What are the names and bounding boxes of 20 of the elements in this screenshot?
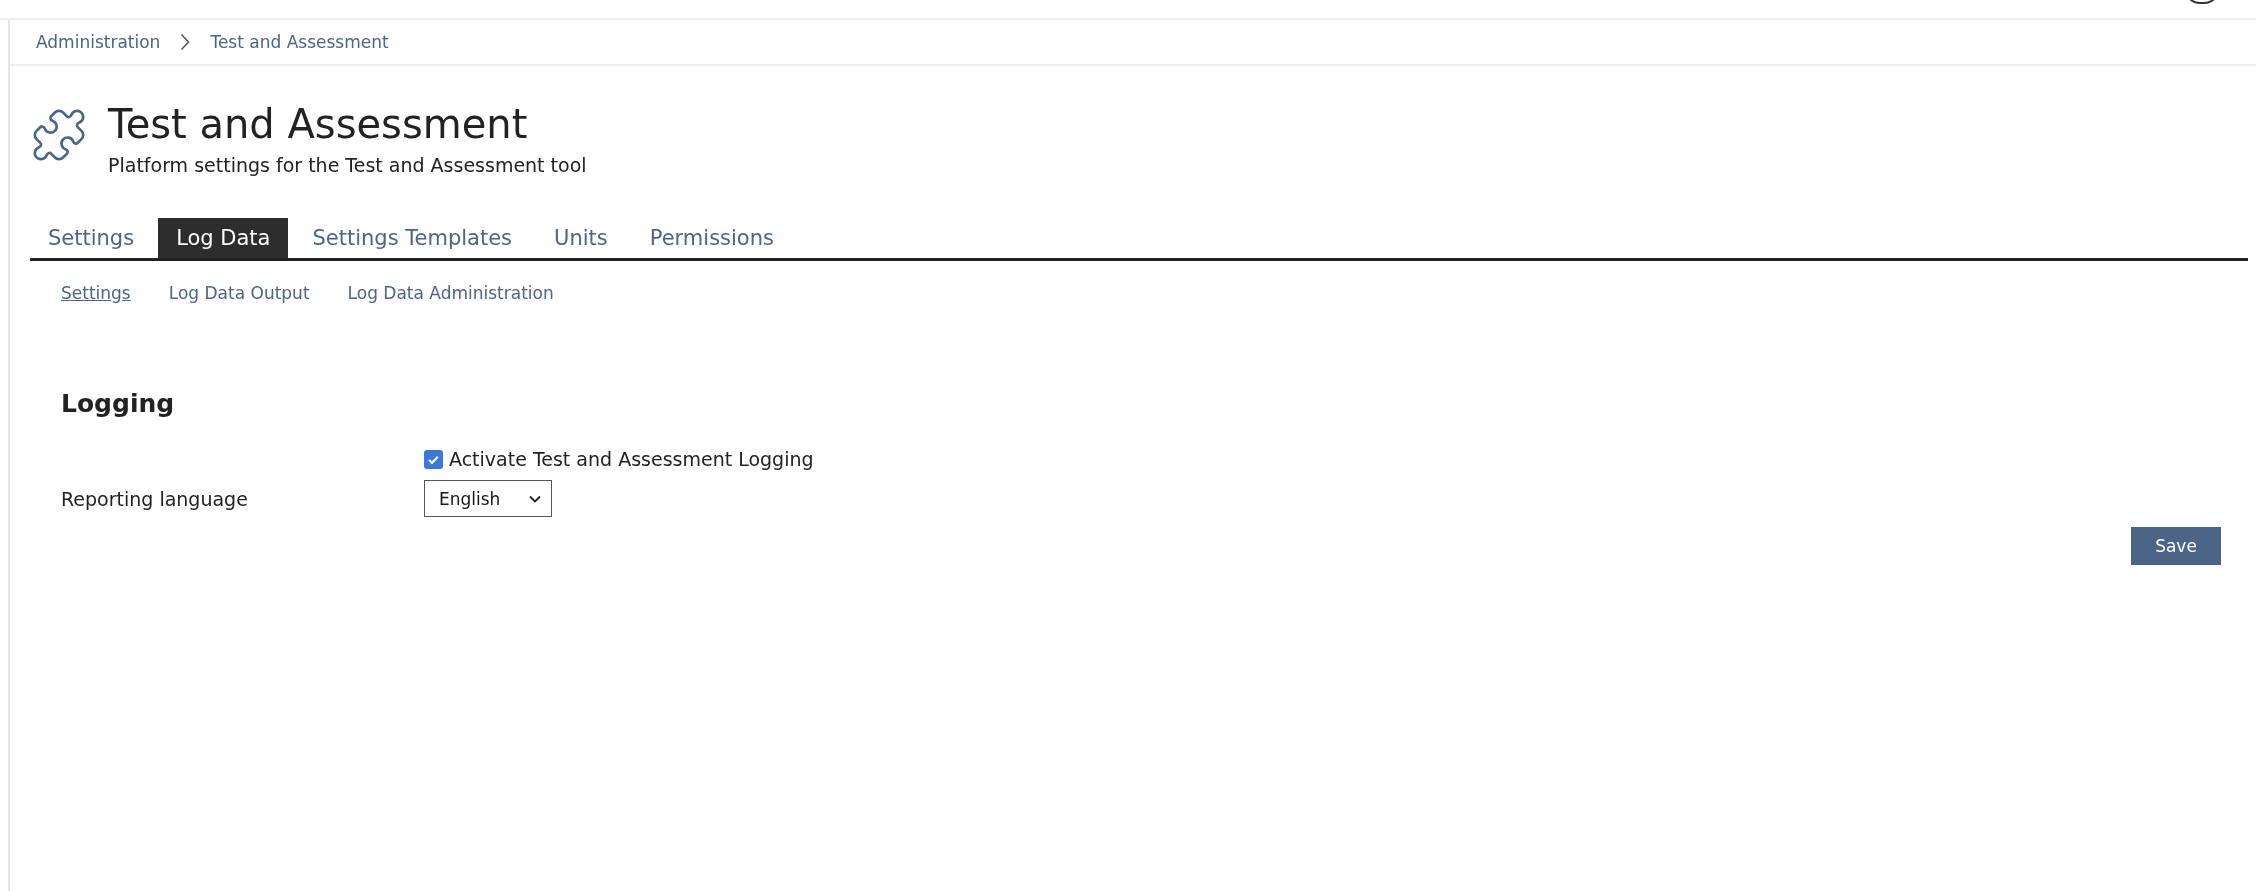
chevron-right-icon	[180, 33, 191, 51]
field-label: Reporting language	[61, 487, 249, 510]
breadcrumb-link[interactable]: Administration	[36, 32, 161, 52]
breadcrumb-link[interactable]: Test and Assessment	[210, 32, 389, 52]
tab[interactable]: Settings Templates	[294, 218, 531, 258]
tab[interactable]: Permissions	[631, 218, 792, 258]
page-description: Platform settings for the Test and Assessment tool	[108, 154, 587, 176]
tab[interactable]: Settings	[30, 218, 153, 258]
page-title: Test and Assessment	[108, 100, 529, 148]
save-button[interactable]: Save	[2131, 527, 2221, 565]
tab[interactable]: Units	[536, 218, 626, 258]
tab[interactable]: Log Data	[158, 218, 289, 258]
language-select[interactable]: English	[424, 480, 552, 517]
checkbox[interactable]	[424, 449, 443, 469]
checkbox-label: Activate Test and Assessment Logging	[449, 448, 814, 470]
section-heading: Logging	[61, 389, 176, 418]
subtab-link[interactable]: Log Data Output	[168, 283, 310, 303]
subtab-link[interactable]: Log Data Administration	[347, 283, 554, 303]
chevron-down-icon	[529, 494, 541, 503]
subtab-link[interactable]: Settings	[61, 283, 131, 303]
